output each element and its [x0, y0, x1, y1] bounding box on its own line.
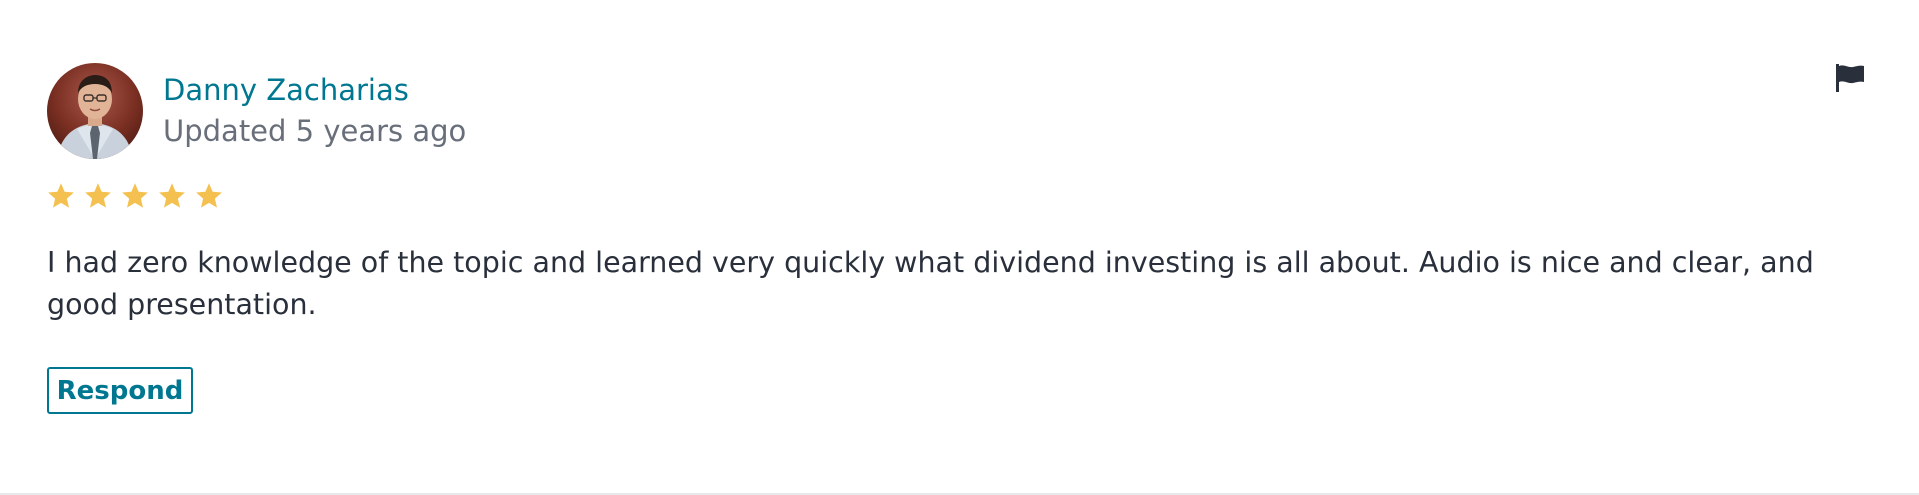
review-header: Danny Zacharias Updated 5 years ago — [47, 63, 466, 159]
avatar[interactable] — [47, 63, 143, 159]
star-icon — [48, 183, 74, 208]
star-icon — [196, 183, 222, 208]
star-icon — [85, 183, 111, 208]
star-icon — [159, 183, 185, 208]
review-text: I had zero knowledge of the topic and le… — [47, 246, 1814, 321]
flag-icon[interactable] — [1834, 62, 1866, 94]
star-icon — [122, 183, 148, 208]
review-card: Danny Zacharias Updated 5 years ago I ha… — [0, 0, 1919, 495]
respond-button[interactable]: Respond — [47, 367, 193, 414]
flag-icon-svg — [1836, 64, 1864, 92]
author-name-link[interactable]: Danny Zacharias — [163, 70, 466, 110]
avatar-photo — [47, 63, 143, 159]
review-meta: Danny Zacharias Updated 5 years ago — [163, 70, 466, 152]
review-timestamp: Updated 5 years ago — [163, 114, 467, 148]
star-rating — [46, 181, 224, 211]
